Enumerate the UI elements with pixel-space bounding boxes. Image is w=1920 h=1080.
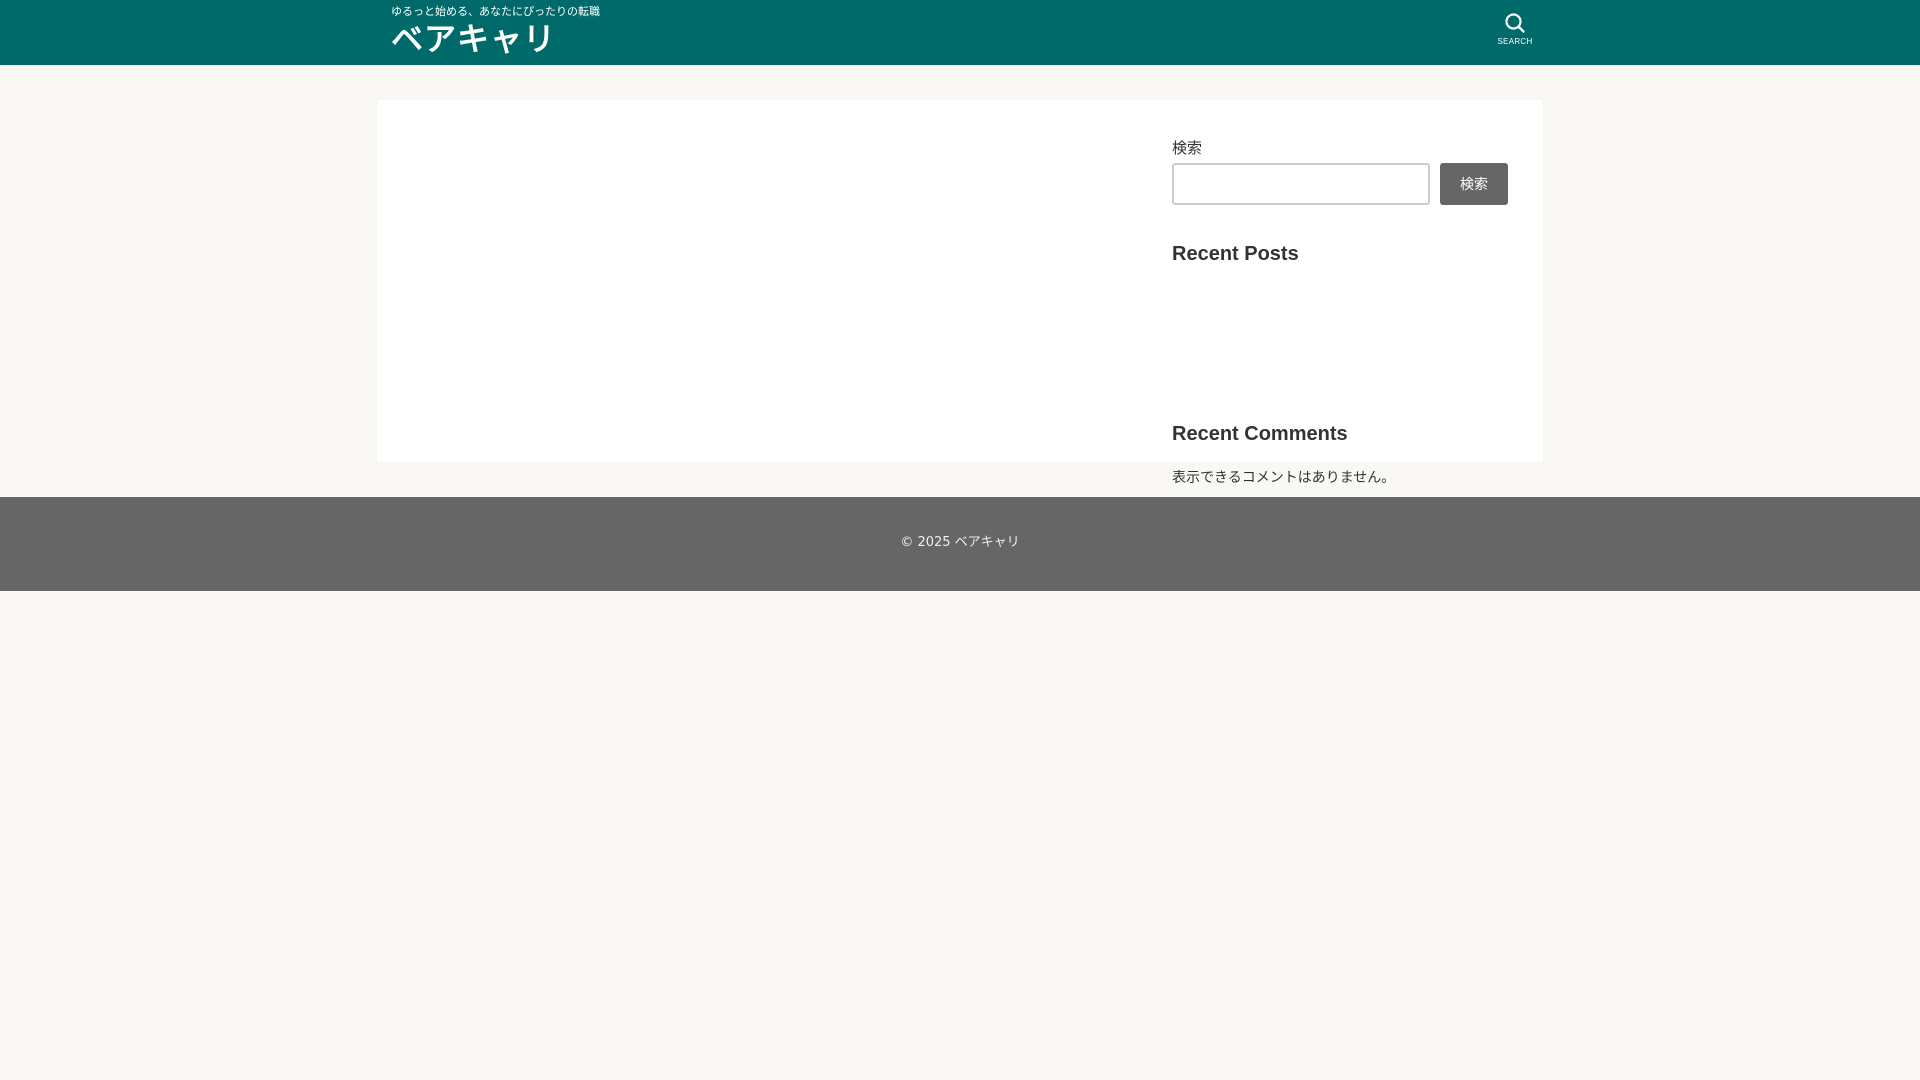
search-icon <box>1505 13 1525 33</box>
search-toggle-button[interactable]: SEARCH <box>1491 12 1539 54</box>
copyright-site-link[interactable]: ベアキャリ <box>955 535 1020 550</box>
header-inner: ゆるっと始める、あなたにぴったりの転職 ベアキャリ SEARCH <box>391 0 1539 65</box>
site-header: ゆるっと始める、あなたにぴったりの転職 ベアキャリ SEARCH <box>0 0 1920 65</box>
recent-posts-title: Recent Posts <box>1172 243 1299 265</box>
copyright-prefix: © 2025 <box>900 535 951 550</box>
site-footer: © 2025 ベアキャリ <box>0 497 1920 591</box>
no-comments-text: 表示できるコメントはありません。 <box>1172 470 1396 486</box>
search-input[interactable] <box>1172 163 1430 205</box>
copyright: © 2025 ベアキャリ <box>0 535 1920 551</box>
search-label: 検索 <box>1172 139 1203 157</box>
search-submit-button[interactable]: 検索 <box>1440 163 1508 205</box>
recent-comments-title: Recent Comments <box>1172 423 1348 445</box>
site-tagline: ゆるっと始める、あなたにぴったりの転職 <box>391 5 600 18</box>
content-card: 検索 検索 Recent Posts Recent Comments 表示できる… <box>377 100 1543 486</box>
site-title-link[interactable]: ベアキャリ <box>391 20 556 58</box>
search-toggle-label: SEARCH <box>1497 37 1533 46</box>
